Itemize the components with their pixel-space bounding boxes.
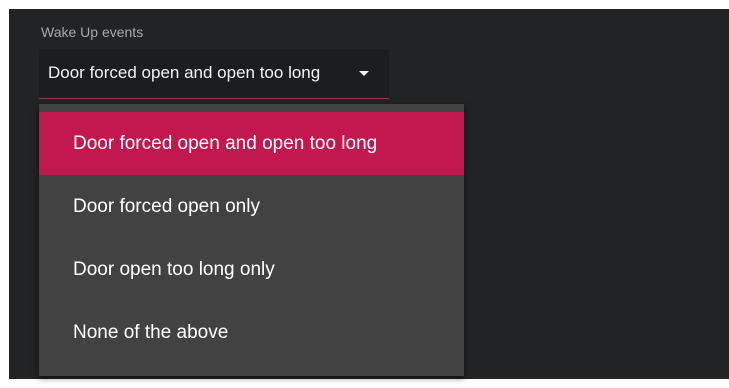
option-forced-open-only[interactable]: Door forced open only — [39, 175, 464, 238]
wake-up-events-select[interactable]: Door forced open and open too long — [39, 49, 389, 99]
caret-down-icon[interactable] — [359, 71, 369, 76]
option-none-of-the-above[interactable]: None of the above — [39, 301, 464, 364]
wake-up-events-panel: Wake Up events Door forced open and open… — [9, 9, 729, 379]
dropdown-menu: Door forced open and open too long Door … — [39, 104, 464, 376]
option-open-too-long-only[interactable]: Door open too long only — [39, 238, 464, 301]
option-forced-open-and-open-too-long[interactable]: Door forced open and open too long — [39, 112, 464, 175]
wake-up-events-label: Wake Up events — [41, 24, 144, 40]
selected-value: Door forced open and open too long — [48, 63, 321, 82]
